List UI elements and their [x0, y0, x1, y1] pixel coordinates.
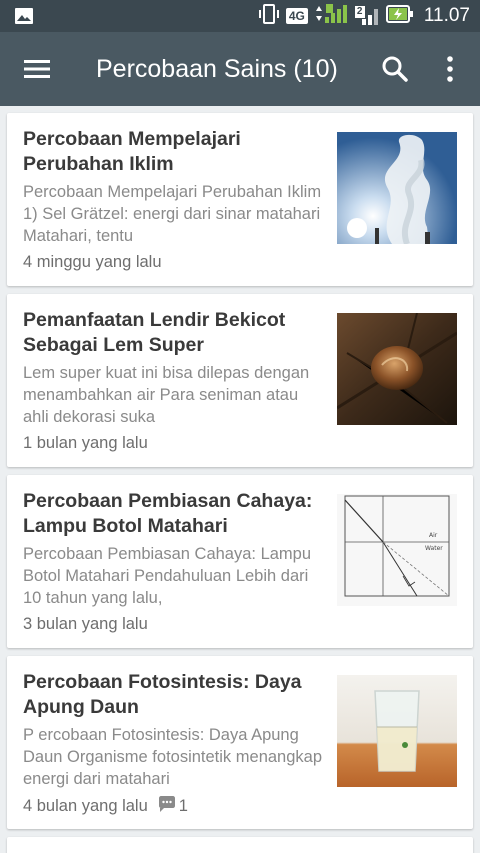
post-thumbnail-smokestack[interactable]: [337, 132, 457, 244]
post-list: Percobaan Mempelajari Perubahan Iklim Pe…: [7, 113, 473, 853]
network-type-badge: 4G: [285, 8, 308, 24]
page-title: Percobaan Sains (10): [96, 55, 338, 83]
post-snippet: P ercobaan Fotosintesis: Daya Apung Daun…: [23, 726, 322, 788]
post-time: 4 minggu yang lalu: [23, 253, 162, 271]
post-thumbnail-snail[interactable]: [337, 313, 457, 425]
signal-icon: [314, 3, 348, 30]
post-title[interactable]: Percobaan Fotosintesis: Daya Apung Daun: [23, 670, 329, 720]
battery-charging-icon: [385, 4, 414, 29]
vibrate-icon: [258, 3, 280, 29]
search-icon[interactable]: [380, 54, 410, 84]
image-icon: [14, 7, 34, 30]
diagram-label-water: Water: [425, 545, 443, 552]
post-time: 3 bulan yang lalu: [23, 615, 148, 633]
post-snippet: Lem super kuat ini bisa dilepas dengan m…: [23, 364, 310, 426]
post-time: 4 bulan yang lalu: [23, 797, 148, 815]
comment-icon: [158, 796, 176, 817]
post-time: 1 bulan yang lalu: [23, 434, 148, 452]
post-snippet: Percobaan Mempelajari Perubahan Iklim 1)…: [23, 183, 322, 245]
post-thumbnail-glass-of-water[interactable]: [337, 675, 457, 787]
post-card[interactable]: Percobaan Fotosintesis: Daya Apung Daun …: [7, 656, 473, 829]
status-bar: 4G 2 11.07: [0, 0, 480, 32]
post-thumbnail-refraction-diagram[interactable]: Air Water: [337, 494, 457, 606]
post-title[interactable]: Percobaan Mempelajari Perubahan Iklim: [23, 127, 329, 177]
post-card[interactable]: Pemanfaatan Lendir Bekicot Sebagai Lem S…: [7, 294, 473, 467]
clock: 11.07: [423, 5, 470, 26]
menu-icon[interactable]: [22, 54, 52, 84]
post-snippet: Percobaan Pembiasan Cahaya: Lampu Botol …: [23, 545, 312, 607]
more-vert-icon[interactable]: [438, 54, 462, 84]
comment-count-value: 1: [178, 797, 188, 815]
comment-count[interactable]: 1: [158, 796, 188, 817]
app-bar: Percobaan Sains (10): [0, 32, 480, 106]
post-card[interactable]: Percobaan Pembiasan Cahaya: Lampu Botol …: [7, 475, 473, 648]
post-card[interactable]: Percobaan Mempelajari Perubahan Iklim Pe…: [7, 113, 473, 286]
post-title[interactable]: Pemanfaatan Lendir Bekicot Sebagai Lem S…: [23, 308, 329, 358]
diagram-label-air: Air: [429, 532, 438, 539]
post-title[interactable]: Percobaan Pembiasan Cahaya: Lampu Botol …: [23, 489, 329, 539]
sim2-label: 2: [356, 6, 363, 17]
post-card-partial[interactable]: [7, 837, 473, 853]
sim2-signal-icon: 2: [354, 5, 380, 27]
